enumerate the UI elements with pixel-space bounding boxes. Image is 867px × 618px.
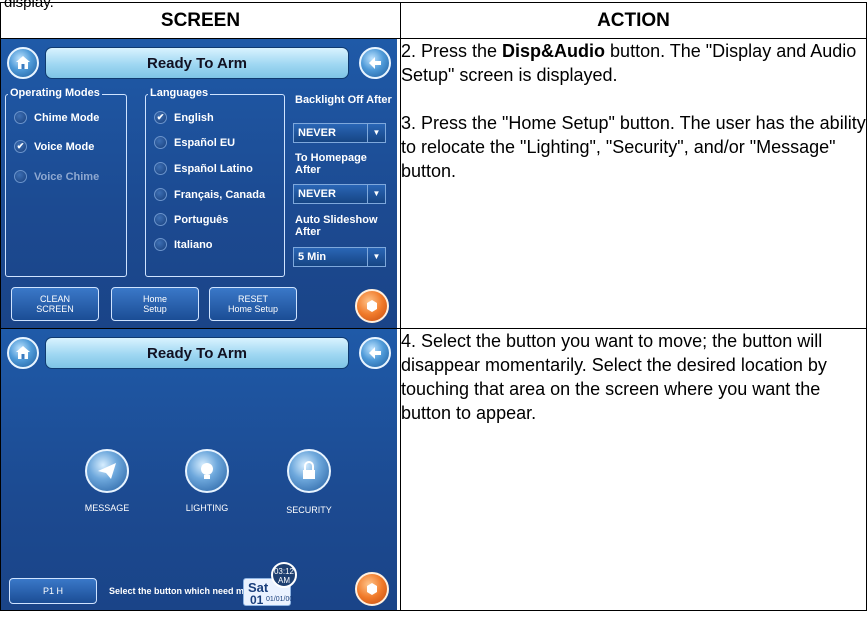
language-option-english[interactable]: ✔ English bbox=[154, 111, 214, 124]
lock-icon[interactable] bbox=[287, 449, 331, 493]
status-title-bar: Ready To Arm bbox=[45, 47, 349, 79]
instruction-table: SCREEN ACTION Ready To Arm Operating Mod… bbox=[0, 2, 867, 611]
slideshow-label: Auto Slideshow After bbox=[295, 214, 378, 238]
dropdown-arrow-icon: ▼ bbox=[367, 124, 385, 142]
date-full: 01/01/00 bbox=[266, 596, 294, 603]
radio-icon bbox=[154, 188, 167, 201]
radio-icon bbox=[154, 136, 167, 149]
language-option-espanol-eu[interactable]: Español EU bbox=[154, 136, 235, 149]
slideshow-select[interactable]: 5 Min ▼ bbox=[293, 247, 386, 267]
option-label: Chime Mode bbox=[34, 111, 100, 124]
home-icon[interactable] bbox=[7, 337, 39, 369]
dropdown-arrow-icon: ▼ bbox=[367, 248, 385, 266]
radio-icon bbox=[154, 238, 167, 251]
status-title-bar: Ready To Arm bbox=[45, 337, 349, 369]
select-value: NEVER bbox=[298, 127, 336, 139]
select-value: 5 Min bbox=[298, 251, 327, 263]
action-column-header: ACTION bbox=[399, 2, 867, 39]
action-cell-2: 4. Select the button you want to move; t… bbox=[399, 328, 867, 611]
security-label: SECURITY bbox=[286, 505, 332, 515]
checkmark-icon: ✔ bbox=[14, 140, 27, 153]
lighting-label: LIGHTING bbox=[185, 503, 229, 513]
option-label: Voice Chime bbox=[34, 170, 100, 183]
screen-cell-1: Ready To Arm Operating Modes Chime Mode … bbox=[0, 38, 401, 329]
dropdown-arrow-icon: ▼ bbox=[367, 185, 385, 203]
operating-modes-panel: Operating Modes Chime Mode ✔ Voice Mode V… bbox=[5, 87, 127, 277]
language-option-italiano[interactable]: Italiano bbox=[154, 238, 213, 251]
chime-mode-option[interactable]: Chime Mode bbox=[14, 111, 99, 124]
homepage-select[interactable]: NEVER ▼ bbox=[293, 184, 386, 204]
step-3-text: 3. Press the "Home Setup" button. The us… bbox=[400, 113, 866, 181]
backlight-label: Backlight Off After bbox=[295, 94, 392, 106]
languages-panel: Languages ✔ English Español EU Español La… bbox=[145, 87, 285, 277]
option-label: English bbox=[174, 111, 214, 124]
back-arrow-icon[interactable] bbox=[359, 337, 391, 369]
action-cell-1: 2. Press the Disp&Audio button. The "Dis… bbox=[399, 38, 867, 329]
language-option-portugues[interactable]: Português bbox=[154, 213, 228, 226]
step-2-text: 2. Press the Disp&Audio button. The "Dis… bbox=[400, 41, 857, 85]
screen-column-header: SCREEN bbox=[0, 2, 401, 39]
checkmark-icon: ✔ bbox=[154, 111, 167, 124]
backlight-select[interactable]: NEVER ▼ bbox=[293, 123, 386, 143]
radio-icon bbox=[14, 170, 27, 183]
option-label: Français, Canada bbox=[174, 188, 266, 201]
voice-chime-option[interactable]: Voice Chime bbox=[14, 170, 99, 183]
language-option-francais[interactable]: Français, Canada bbox=[154, 188, 265, 201]
option-label: Voice Mode bbox=[34, 140, 95, 153]
lightbulb-icon[interactable] bbox=[185, 449, 229, 493]
display-audio-setup-screen: Ready To Arm Operating Modes Chime Mode … bbox=[1, 39, 397, 328]
screen-cell-2: Ready To Arm MESSAGE LIGHTING SECURITY P… bbox=[0, 328, 401, 611]
clock-ampm: AM bbox=[278, 576, 290, 585]
clock-icon: 03:12 AM bbox=[271, 562, 297, 588]
p1h-button[interactable]: P1 H bbox=[9, 578, 97, 604]
message-label: MESSAGE bbox=[84, 503, 130, 513]
radio-icon bbox=[154, 162, 167, 175]
radio-icon bbox=[154, 213, 167, 226]
language-option-espanol-latino[interactable]: Español Latino bbox=[154, 162, 253, 175]
date-number: 01 bbox=[250, 593, 264, 607]
voice-mode-option[interactable]: ✔ Voice Mode bbox=[14, 140, 94, 153]
option-label: Italiano bbox=[174, 238, 213, 251]
option-label: Español EU bbox=[174, 136, 236, 149]
operating-modes-title: Operating Modes bbox=[8, 87, 102, 99]
emergency-icon[interactable] bbox=[355, 572, 389, 606]
homepage-label: To Homepage After bbox=[295, 152, 367, 176]
radio-icon bbox=[14, 111, 27, 124]
clean-screen-button[interactable]: CLEAN SCREEN bbox=[11, 287, 99, 321]
home-setup-screen: Ready To Arm MESSAGE LIGHTING SECURITY P… bbox=[1, 329, 397, 610]
languages-title: Languages bbox=[148, 87, 211, 99]
select-value: NEVER bbox=[298, 188, 336, 200]
option-label: Español Latino bbox=[174, 162, 253, 175]
option-label: Português bbox=[174, 213, 229, 226]
clock-time: 03:12 bbox=[273, 567, 295, 576]
message-icon[interactable] bbox=[85, 449, 129, 493]
home-icon[interactable] bbox=[7, 47, 39, 79]
back-arrow-icon[interactable] bbox=[359, 47, 391, 79]
reset-home-setup-button[interactable]: RESET Home Setup bbox=[209, 287, 297, 321]
emergency-icon[interactable] bbox=[355, 289, 389, 323]
step-4-text: 4. Select the button you want to move; t… bbox=[400, 331, 827, 423]
home-setup-button[interactable]: Home Setup bbox=[111, 287, 199, 321]
